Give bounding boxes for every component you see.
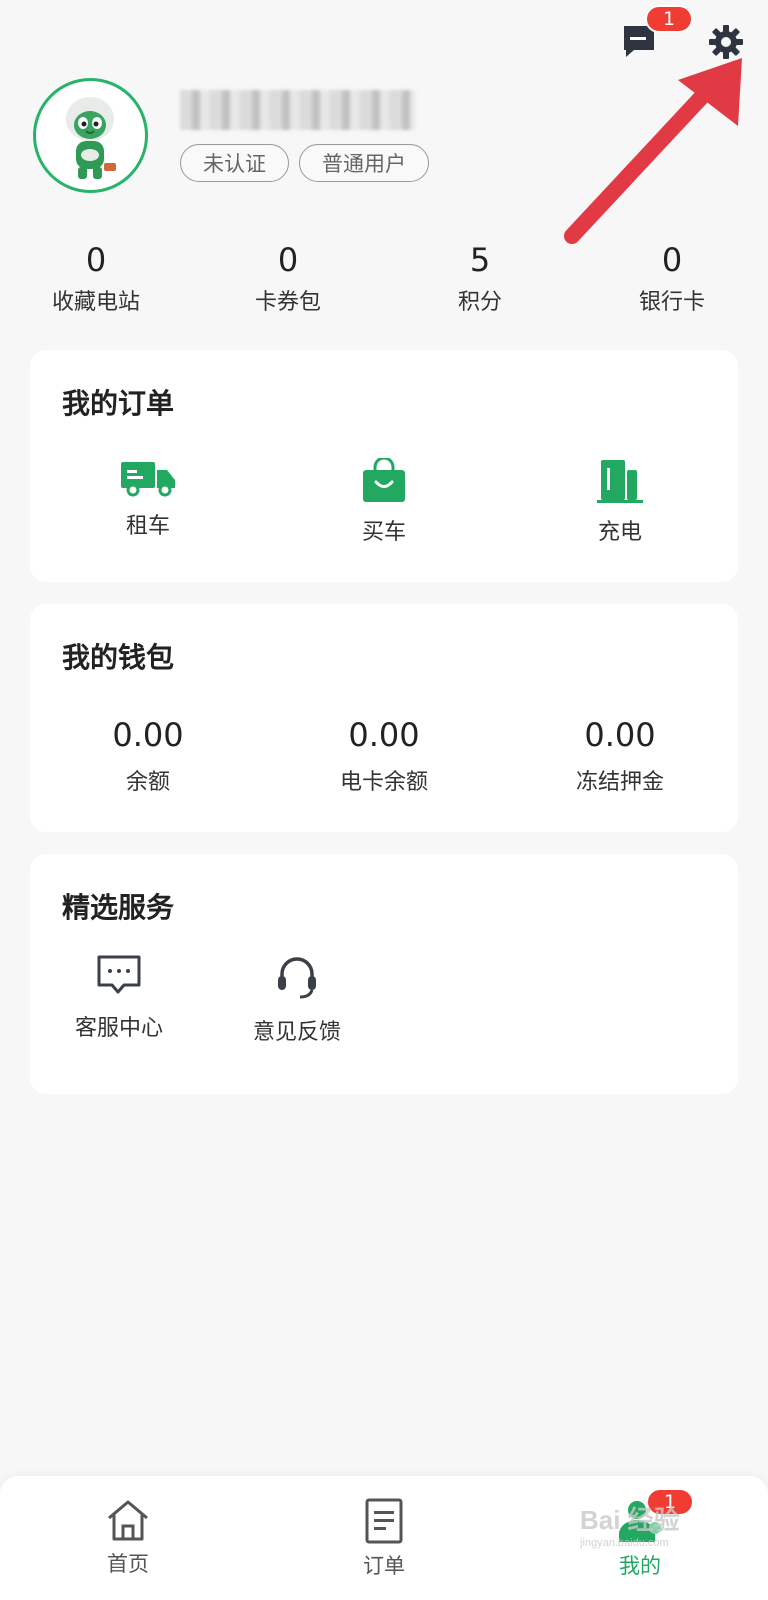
order-label: 买车 bbox=[361, 520, 406, 545]
watermark-url: jingyan.baidu.com bbox=[580, 1537, 669, 1549]
wallet-amount: 0.00 bbox=[584, 716, 656, 754]
stat-bank-cards[interactable]: 0 银行卡 bbox=[576, 240, 768, 320]
settings-button[interactable] bbox=[706, 22, 746, 62]
service-label: 意见反馈 bbox=[252, 1020, 341, 1045]
wallet-frozen-deposit[interactable]: 0.00 冻结押金 bbox=[502, 716, 738, 796]
mascot-icon bbox=[66, 97, 116, 179]
verification-status-tag[interactable]: 未认证 bbox=[180, 144, 289, 182]
charging-station-icon bbox=[597, 460, 643, 503]
shopping-bag-icon bbox=[363, 458, 405, 502]
stat-value: 0 bbox=[277, 241, 299, 279]
stat-label: 卡券包 bbox=[254, 290, 321, 315]
message-badge: 1 bbox=[645, 5, 693, 33]
services-card: 精选服务 客服中心 意见反馈 bbox=[30, 854, 738, 1094]
wallet-title: 我的钱包 bbox=[62, 641, 175, 674]
tab-orders[interactable]: 订单 bbox=[256, 1476, 512, 1600]
services-title: 精选服务 bbox=[62, 891, 175, 924]
stat-favorite-stations[interactable]: 0 收藏电站 bbox=[0, 240, 192, 320]
wallet-label: 冻结押金 bbox=[575, 770, 664, 795]
gear-icon bbox=[709, 25, 743, 59]
stat-value: 5 bbox=[469, 241, 491, 279]
top-bar: 1 bbox=[0, 0, 768, 80]
wallet-card: 我的钱包 0.00 余额 0.00 电卡余额 0.00 冻结押金 bbox=[30, 604, 738, 832]
service-feedback[interactable]: 意见反馈 bbox=[238, 954, 356, 1046]
tab-label: 订单 bbox=[363, 1554, 405, 1578]
home-icon bbox=[108, 1500, 148, 1541]
headset-icon bbox=[278, 957, 316, 999]
service-label: 客服中心 bbox=[74, 1016, 163, 1041]
wallet-balance[interactable]: 0.00 余额 bbox=[30, 716, 266, 796]
wallet-label: 余额 bbox=[125, 770, 170, 795]
order-buy-car[interactable]: 买车 bbox=[266, 458, 502, 546]
service-customer-center[interactable]: 客服中心 bbox=[60, 954, 178, 1046]
wallet-label: 电卡余额 bbox=[339, 770, 428, 795]
wallet-card-balance[interactable]: 0.00 电卡余额 bbox=[266, 716, 502, 796]
user-tags: 未认证 普通用户 bbox=[180, 144, 429, 182]
baidu-jingyan-watermark: Bai 经验 jingyan.baidu.com bbox=[580, 1500, 680, 1549]
stat-coupons[interactable]: 0 卡券包 bbox=[192, 240, 384, 320]
order-label: 租车 bbox=[125, 514, 170, 539]
stats-row: 0 收藏电站 0 卡券包 5 积分 0 银行卡 bbox=[0, 240, 768, 320]
wallet-amount: 0.00 bbox=[112, 716, 184, 754]
stat-value: 0 bbox=[85, 241, 107, 279]
wallet-amount: 0.00 bbox=[348, 716, 420, 754]
chat-bubble-icon bbox=[97, 955, 141, 994]
truck-icon bbox=[121, 462, 175, 497]
order-label: 充电 bbox=[597, 520, 642, 545]
order-rent-car[interactable]: 租车 bbox=[30, 458, 266, 546]
stat-label: 积分 bbox=[457, 290, 502, 315]
stat-label: 银行卡 bbox=[638, 290, 705, 315]
stat-label: 收藏电站 bbox=[51, 290, 140, 315]
tab-label: 首页 bbox=[107, 1552, 149, 1576]
stat-value: 0 bbox=[661, 241, 683, 279]
stat-points[interactable]: 5 积分 bbox=[384, 240, 576, 320]
document-icon bbox=[365, 1498, 403, 1544]
username-blurred bbox=[180, 90, 415, 130]
order-charging[interactable]: 充电 bbox=[502, 458, 738, 546]
profile-header: 未认证 普通用户 bbox=[0, 70, 768, 200]
avatar[interactable] bbox=[33, 78, 148, 193]
tab-label: 我的 bbox=[619, 1554, 661, 1578]
orders-title: 我的订单 bbox=[62, 387, 175, 420]
user-level-tag[interactable]: 普通用户 bbox=[299, 144, 429, 182]
orders-card: 我的订单 租车 买车 充电 bbox=[30, 350, 738, 582]
watermark-text: Bai 经验 bbox=[580, 1505, 680, 1535]
tab-home[interactable]: 首页 bbox=[0, 1476, 256, 1600]
